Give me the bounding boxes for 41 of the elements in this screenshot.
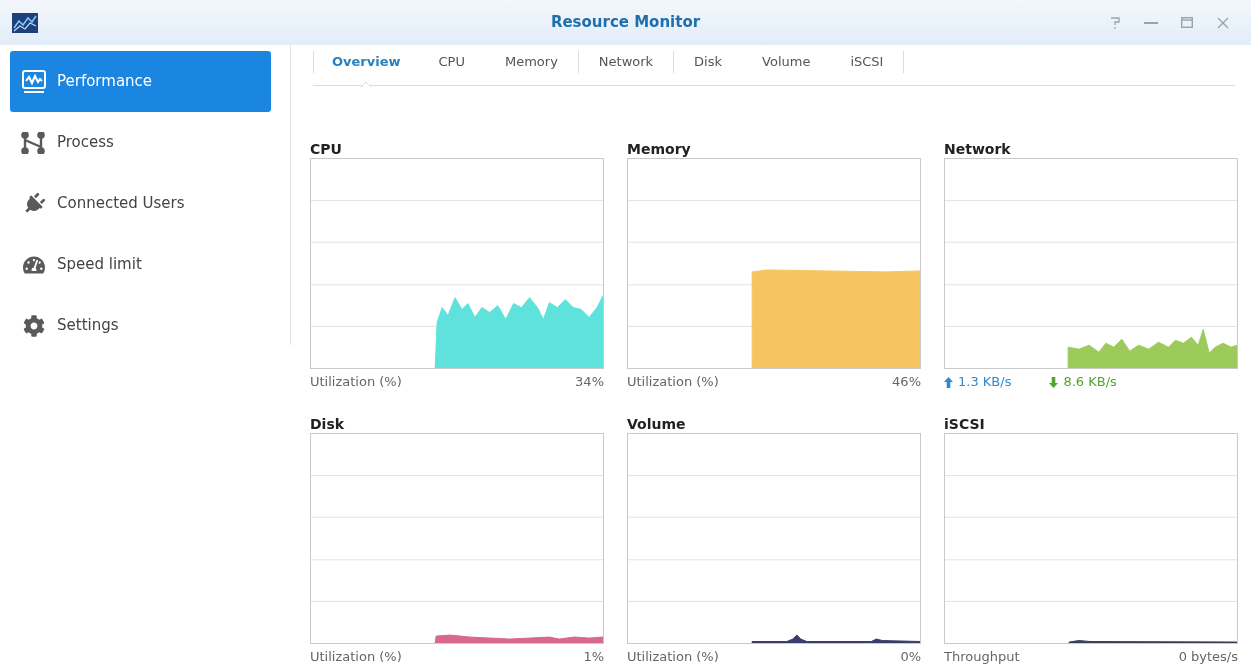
tab[interactable]: iSCSI xyxy=(830,50,904,74)
chart-app-icon xyxy=(12,12,38,33)
metric-value: 1% xyxy=(583,648,604,667)
arrow-up-icon xyxy=(944,376,953,388)
sidebar-item[interactable]: Performance xyxy=(10,51,271,112)
tab[interactable]: Volume xyxy=(742,50,831,74)
metric-label: Utilization (%) xyxy=(627,373,719,392)
metric-value: 34% xyxy=(575,373,604,392)
chart-title: Volume xyxy=(627,416,686,432)
tab[interactable]: Network xyxy=(578,50,674,74)
tab[interactable]: CPU xyxy=(418,50,485,74)
help-icon xyxy=(1110,15,1120,30)
chart-title: Network xyxy=(944,141,1011,157)
chart-title: Disk xyxy=(310,416,345,432)
sidebar-item[interactable]: Connected Users xyxy=(10,173,271,234)
window-title: Resource Monitor xyxy=(550,12,701,34)
metric-label: Utilization (%) xyxy=(310,373,402,392)
chart-title: CPU xyxy=(310,141,342,157)
metric-label: Throughput xyxy=(944,648,1020,667)
arrow-down-icon xyxy=(1049,376,1059,388)
sidebar-item[interactable]: Settings xyxy=(10,295,271,356)
upload-rate: 1.3 KB/s xyxy=(958,373,1012,392)
metric-label: Utilization (%) xyxy=(310,648,402,667)
monitor-wave-icon xyxy=(21,69,47,94)
metric-value: 0% xyxy=(900,648,921,667)
sidebar-item[interactable]: Speed limit xyxy=(10,234,271,295)
tab[interactable]: Overview xyxy=(314,50,419,74)
chart-title: iSCSI xyxy=(944,416,985,432)
metric-value: 46% xyxy=(892,373,921,392)
metric-label: Utilization (%) xyxy=(627,648,719,667)
sidebar-item[interactable]: Process xyxy=(10,112,271,173)
close-icon xyxy=(1217,16,1229,29)
minimize-icon xyxy=(1144,21,1158,24)
metric-value: 0 bytes/s xyxy=(1178,648,1238,667)
maximize-icon xyxy=(1181,17,1193,28)
chart-title: Memory xyxy=(627,141,691,157)
tab[interactable]: Disk xyxy=(674,50,743,74)
nodes-icon xyxy=(21,131,47,154)
tab[interactable]: Memory xyxy=(484,50,578,74)
download-rate: 8.6 KB/s xyxy=(1063,373,1117,392)
settings-icon xyxy=(23,314,45,337)
